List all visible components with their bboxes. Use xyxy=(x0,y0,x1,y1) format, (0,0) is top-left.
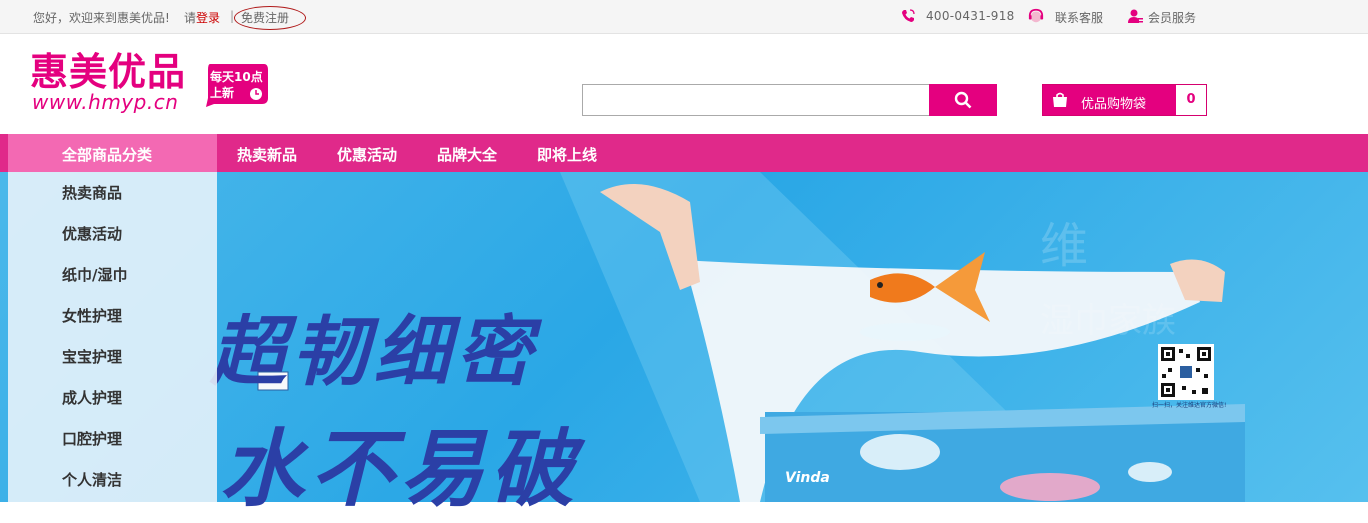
phone-icon xyxy=(902,9,915,22)
all-categories-tab[interactable]: 全部商品分类 xyxy=(8,134,217,172)
sidebar-item-oral-care[interactable]: 口腔护理 xyxy=(62,428,122,449)
shopping-bag-icon xyxy=(1053,92,1067,107)
cart-count: 0 xyxy=(1186,92,1196,107)
qr-code xyxy=(1158,344,1214,400)
banner-headline-1: 超韧细密 xyxy=(210,307,538,396)
login-link[interactable]: 登录 xyxy=(196,9,220,26)
nav-item-promotions[interactable]: 优惠活动 xyxy=(337,144,397,165)
main-nav: 全部商品分类 热卖新品 优惠活动 品牌大全 即将上线 xyxy=(0,134,1368,172)
vinda-brand-logo: Vinda xyxy=(785,470,830,486)
category-sidebar: 热卖商品 优惠活动 纸巾/湿巾 女性护理 宝宝护理 成人护理 口腔护理 个人清洁 xyxy=(8,172,217,502)
badge-line1: 每天10点 xyxy=(210,70,263,84)
banner-headline-2: 水不易破 xyxy=(220,420,581,518)
qr-caption: 扫一扫，关注维达官方微信! xyxy=(1152,402,1227,409)
search-button[interactable] xyxy=(929,84,997,116)
sidebar-item-baby-care[interactable]: 宝宝护理 xyxy=(62,346,122,367)
logo-url: www.hmyp.cn xyxy=(32,90,179,114)
sidebar-item-personal-cleaning[interactable]: 个人清洁 xyxy=(62,469,122,490)
top-bar: 您好，欢迎来到惠美优品! 请 登录 | 免费注册 400-0431-918 联系… xyxy=(0,0,1368,34)
welcome-text: 您好，欢迎来到惠美优品! xyxy=(33,11,170,25)
svg-text:维: 维 xyxy=(1040,218,1088,274)
cart-count-box: 0 xyxy=(1176,85,1206,115)
all-categories-label: 全部商品分类 xyxy=(62,146,153,164)
cart-label: 优品购物袋 xyxy=(1081,97,1147,112)
customer-service-icon xyxy=(1028,8,1044,23)
phone-number: 400-0431-918 xyxy=(926,9,1015,23)
member-icon xyxy=(1128,9,1143,23)
nav-item-brands[interactable]: 品牌大全 xyxy=(437,144,497,165)
sidebar-item-promotions[interactable]: 优惠活动 xyxy=(62,223,122,244)
nav-item-hot-new[interactable]: 热卖新品 xyxy=(237,144,297,165)
contact-service-link[interactable]: 联系客服 xyxy=(1055,9,1103,26)
sidebar-item-feminine-care[interactable]: 女性护理 xyxy=(62,305,122,326)
member-service-link[interactable]: 会员服务 xyxy=(1148,9,1196,26)
shopping-cart-button[interactable]: 优品购物袋 0 xyxy=(1042,84,1207,116)
svg-text:湿巾家族: 湿巾家族 xyxy=(1040,301,1176,341)
register-link[interactable]: 免费注册 xyxy=(241,9,289,26)
sidebar-item-adult-care[interactable]: 成人护理 xyxy=(62,387,122,408)
search-input[interactable] xyxy=(582,84,930,116)
nav-item-coming-soon[interactable]: 即将上线 xyxy=(537,144,597,165)
qr-code-icon xyxy=(1161,347,1211,397)
sidebar-item-hot[interactable]: 热卖商品 xyxy=(62,182,122,203)
badge-line2: 上新 xyxy=(210,86,235,100)
sidebar-item-tissues[interactable]: 纸巾/湿巾 xyxy=(62,264,127,285)
search-icon xyxy=(954,91,972,109)
login-prefix: 请 xyxy=(184,11,197,25)
logo-name[interactable]: 惠美优品 xyxy=(30,50,186,94)
